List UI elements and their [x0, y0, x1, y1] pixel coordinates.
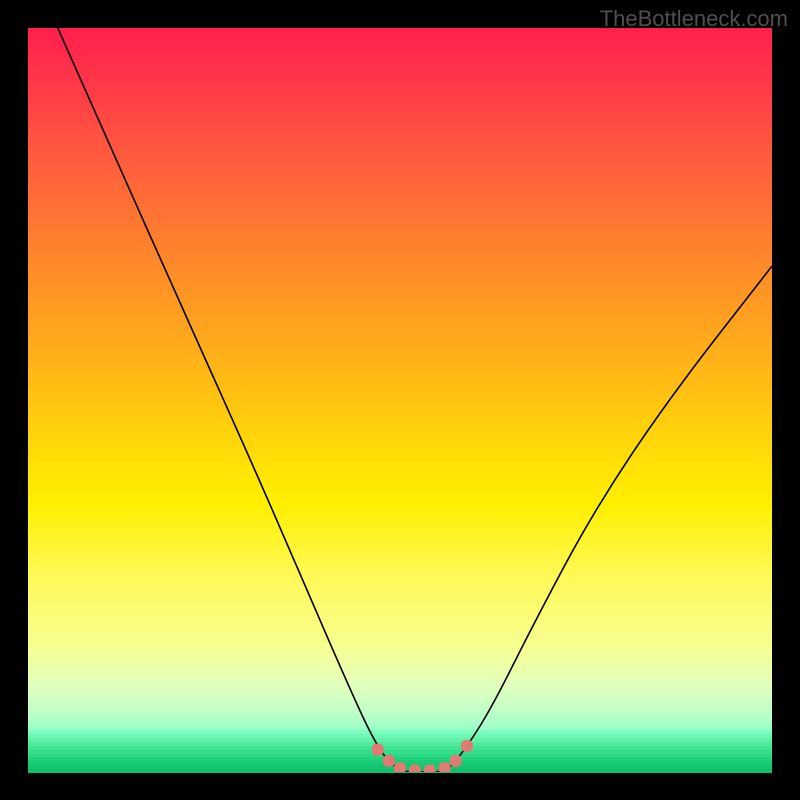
valley-marker — [450, 755, 462, 767]
valley-marker — [439, 762, 451, 772]
valley-marker — [424, 765, 436, 772]
valley-marker — [409, 765, 421, 772]
bottleneck-curve-path — [58, 28, 772, 772]
valley-marker — [383, 755, 395, 767]
chart-plot-area — [28, 28, 772, 772]
valley-marker — [461, 740, 473, 752]
valley-marker — [372, 744, 384, 756]
valley-markers-group — [372, 740, 473, 772]
watermark-text: TheBottleneck.com — [600, 6, 788, 32]
bottleneck-curve-svg — [28, 28, 772, 772]
valley-marker — [394, 762, 406, 772]
